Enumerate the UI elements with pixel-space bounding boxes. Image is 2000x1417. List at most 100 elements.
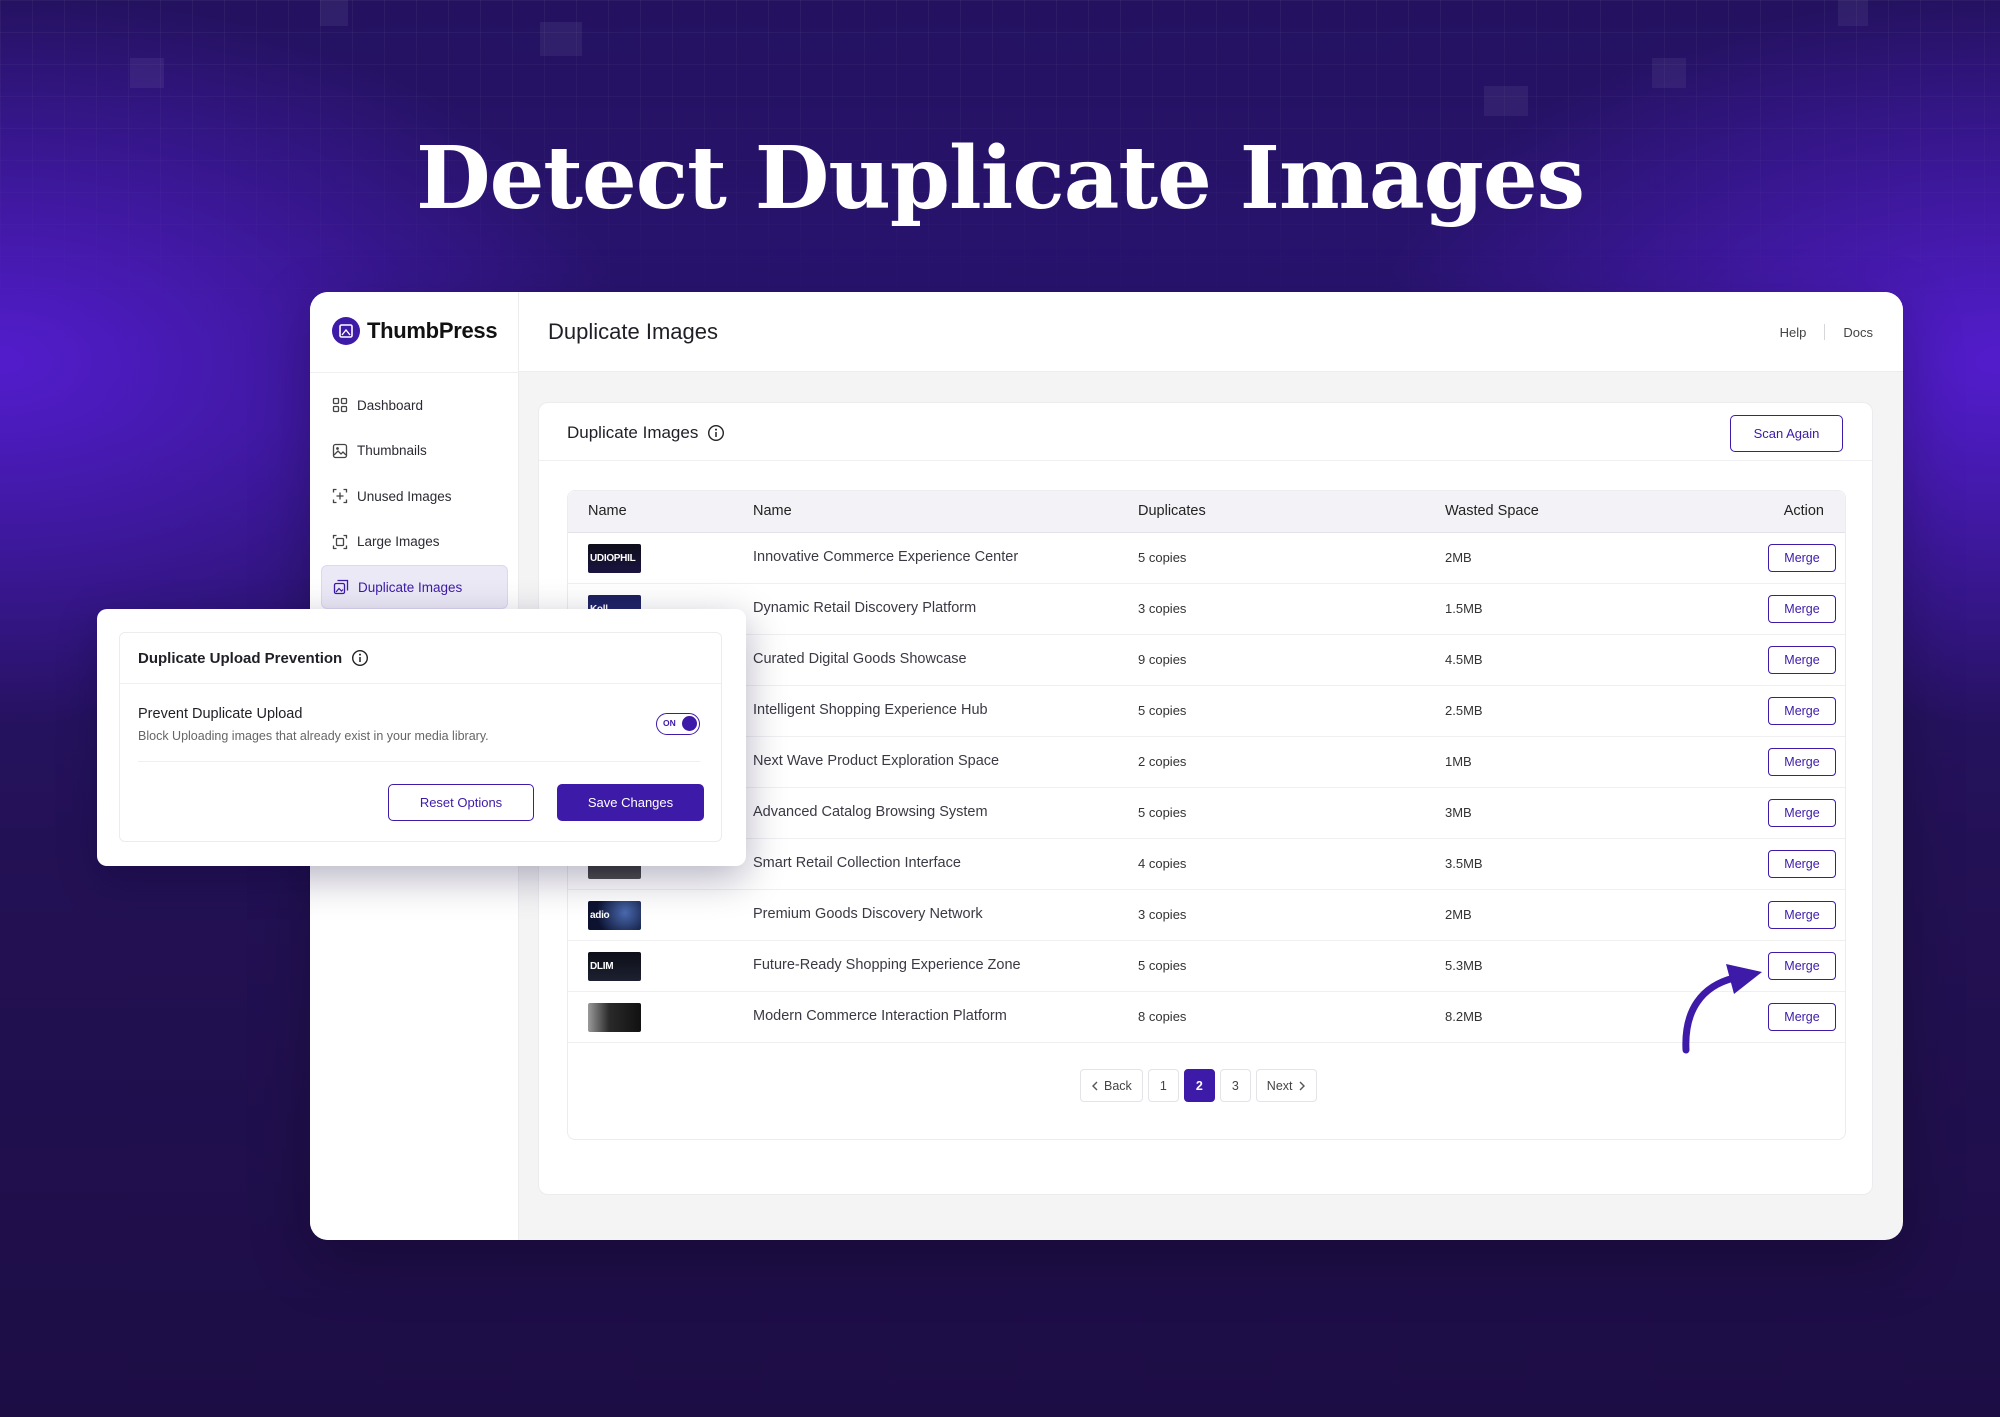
image-thumbnail[interactable]: UDIOPHIL [588, 544, 641, 573]
card-divider [120, 683, 721, 684]
sidebar-item-unused-images[interactable]: Unused Images [321, 474, 508, 518]
merge-button[interactable]: Merge [1768, 1003, 1836, 1031]
image-thumbnail[interactable] [588, 1003, 641, 1032]
table-row: Modern Commerce Interaction Platform 8 co… [568, 992, 1845, 1043]
top-links: Help Docs [1780, 324, 1873, 340]
sidebar-item-duplicate-images[interactable]: Duplicate Images [321, 565, 508, 610]
column-header-thumbnail: Name [588, 503, 627, 519]
sidebar-divider [310, 372, 519, 373]
sidebar-item-large-images[interactable]: Large Images [321, 520, 508, 564]
image-name: Premium Goods Discovery Network [753, 906, 983, 922]
column-header-wasted-space: Wasted Space [1445, 503, 1539, 519]
merge-button[interactable]: Merge [1768, 799, 1836, 827]
sidebar-item-label: Thumbnails [357, 443, 427, 459]
table-body: UDIOPHIL Innovative Commerce Experience C… [568, 533, 1845, 1043]
table-row: Curated Digital Goods Showcase 9 copies 4.… [568, 635, 1845, 686]
sidebar-item-label: Dashboard [357, 397, 424, 413]
brand-logo[interactable]: ThumbPress [332, 317, 498, 345]
duplicate-count: 5 copies [1138, 550, 1187, 565]
option-description: Block Uploading images that already exis… [138, 729, 489, 743]
link-divider [1824, 324, 1826, 340]
chevron-left-icon [1092, 1081, 1098, 1090]
image-name: Curated Digital Goods Showcase [753, 651, 967, 667]
wasted-space: 2MB [1445, 550, 1472, 565]
merge-button[interactable]: Merge [1768, 850, 1836, 878]
merge-button[interactable]: Merge [1768, 595, 1836, 623]
save-changes-button[interactable]: Save Changes [557, 784, 704, 821]
table-row: KollDynamic Retail Discovery Platform3 c… [568, 584, 1845, 635]
pagination-back-button[interactable]: Back [1080, 1069, 1143, 1102]
thumbnails-icon [332, 443, 348, 458]
wasted-space: 2.5MB [1445, 703, 1483, 718]
table-row: Intelligent Shopping Experience Hub 5 cop… [568, 686, 1845, 737]
duplicate-count: 5 copies [1138, 805, 1187, 820]
page-2-button[interactable]: 2 [1183, 1069, 1215, 1102]
scan-again-button[interactable]: Scan Again [1730, 415, 1843, 452]
table-row: adio Premium Goods Discovery Network 3 cop… [568, 890, 1845, 941]
table-row: Next Wave Product Exploration Space 2 cop… [568, 737, 1845, 788]
reset-options-button[interactable]: Reset Options [388, 784, 534, 821]
toggle-knob [682, 716, 697, 731]
merge-button[interactable]: Merge [1768, 901, 1836, 929]
wasted-space: 3MB [1445, 805, 1472, 820]
background-tile [1652, 58, 1686, 88]
card-title-text: Duplicate Upload Prevention [138, 649, 343, 667]
wasted-space: 3.5MB [1445, 856, 1483, 871]
image-name: Smart Retail Collection Interface [753, 855, 961, 871]
chevron-right-icon [1299, 1081, 1305, 1090]
sidebar-nav: Dashboard Thumbnails Unused Images Large… [321, 383, 508, 611]
option-label: Prevent Duplicate Upload [138, 706, 303, 722]
background-tile [320, 0, 348, 26]
merge-button[interactable]: Merge [1768, 646, 1836, 674]
duplicate-count: 5 copies [1138, 958, 1187, 973]
merge-button[interactable]: Merge [1768, 697, 1836, 725]
image-name: Modern Commerce Interaction Platform [753, 1008, 1007, 1024]
help-link[interactable]: Help [1780, 325, 1807, 340]
info-icon[interactable] [707, 424, 725, 442]
thumbnail-text: DLIM [590, 961, 614, 972]
column-header-name: Name [753, 503, 792, 519]
logo-icon [332, 317, 360, 345]
merge-button[interactable]: Merge [1768, 952, 1836, 980]
table-row: Smart Retail Collection Interface 4 copie… [568, 839, 1845, 890]
sidebar-item-thumbnails[interactable]: Thumbnails [321, 429, 508, 473]
docs-link[interactable]: Docs [1843, 325, 1873, 340]
background-tile [1838, 0, 1868, 26]
merge-button[interactable]: Merge [1768, 748, 1836, 776]
column-header-action: Action [1783, 503, 1824, 519]
pagination: Back 1 2 3 Next [1080, 1069, 1317, 1102]
image-name: Intelligent Shopping Experience Hub [753, 702, 988, 718]
page-3-button[interactable]: 3 [1219, 1069, 1251, 1102]
image-thumbnail[interactable]: adio [588, 901, 641, 930]
card-title: Duplicate Upload Prevention [138, 649, 369, 667]
panel-title: Duplicate Images [567, 423, 725, 443]
card-divider [138, 761, 700, 762]
sidebar-item-dashboard[interactable]: Dashboard [321, 383, 508, 427]
pagination-next-button[interactable]: Next [1255, 1069, 1317, 1102]
duplicate-count: 8 copies [1138, 1009, 1187, 1024]
prevent-duplicate-toggle[interactable]: ON [656, 713, 700, 735]
thumbnail-text: adio [590, 910, 610, 921]
duplicate-count: 9 copies [1138, 652, 1187, 667]
large-images-icon [332, 534, 348, 549]
hero-title: Detect Duplicate Images [415, 128, 1585, 229]
table-row: Advanced Catalog Browsing System 5 copies… [568, 788, 1845, 839]
wasted-space: 2MB [1445, 907, 1472, 922]
back-label: Back [1104, 1078, 1132, 1093]
background-tile [130, 58, 164, 88]
wasted-space: 1.5MB [1445, 601, 1483, 616]
wasted-space: 5.3MB [1445, 958, 1483, 973]
image-name: Next Wave Product Exploration Space [753, 753, 1000, 769]
image-thumbnail[interactable]: DLIM [588, 952, 641, 981]
unused-images-icon [332, 489, 348, 504]
duplicate-count: 3 copies [1138, 601, 1187, 616]
info-icon[interactable] [351, 649, 369, 667]
panel-title-text: Duplicate Images [567, 423, 699, 442]
duplicate-count: 4 copies [1138, 856, 1187, 871]
merge-button[interactable]: Merge [1768, 544, 1836, 572]
image-name: Future-Ready Shopping Experience Zone [753, 957, 1021, 973]
duplicate-count: 3 copies [1138, 907, 1187, 922]
background-tile [540, 22, 582, 56]
page-1-button[interactable]: 1 [1147, 1069, 1179, 1102]
toggle-state-label: ON [663, 718, 676, 728]
